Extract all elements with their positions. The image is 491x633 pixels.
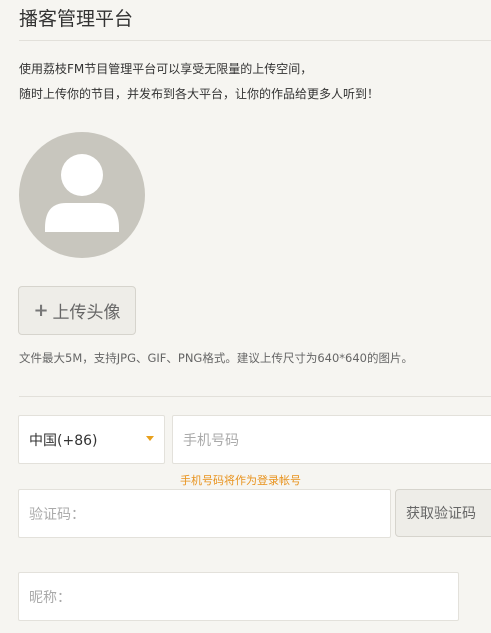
upload-avatar-label: 上传头像	[52, 303, 121, 323]
country-code-select[interactable]: 中国(+86)	[18, 415, 165, 464]
phone-note: 手机号码将作为登录帐号	[180, 474, 301, 487]
file-hint: 文件最大5M，支持JPG、GIF、PNG格式。建议上传尺寸为640*640的图片…	[19, 351, 413, 365]
country-code-value: 中国(+86)	[29, 432, 98, 449]
intro-line-1: 使用荔枝FM节目管理平台可以享受无限量的上传空间，	[19, 62, 313, 76]
user-avatar-icon	[45, 154, 119, 232]
phone-input[interactable]: 手机号码	[172, 415, 491, 464]
verification-code-input[interactable]: 验证码：	[18, 489, 391, 538]
code-placeholder: 验证码：	[29, 506, 85, 523]
avatar	[19, 132, 145, 258]
page-title: 播客管理平台	[19, 8, 134, 30]
nickname-input[interactable]: 昵称：	[18, 572, 459, 621]
plus-icon: +	[33, 300, 49, 321]
title-divider	[19, 40, 491, 41]
intro-text: 使用荔枝FM节目管理平台可以享受无限量的上传空间， 随时上传你的节目，并发布到各…	[19, 57, 379, 107]
caret-down-icon	[146, 436, 154, 441]
nickname-placeholder: 昵称：	[29, 589, 71, 606]
upload-avatar-button[interactable]: + 上传头像	[18, 286, 136, 335]
form-divider	[19, 396, 491, 397]
phone-placeholder: 手机号码	[183, 432, 239, 449]
intro-line-2: 随时上传你的节目，并发布到各大平台，让你的作品给更多人听到！	[19, 87, 380, 101]
get-code-button[interactable]: 获取验证码	[395, 489, 491, 537]
